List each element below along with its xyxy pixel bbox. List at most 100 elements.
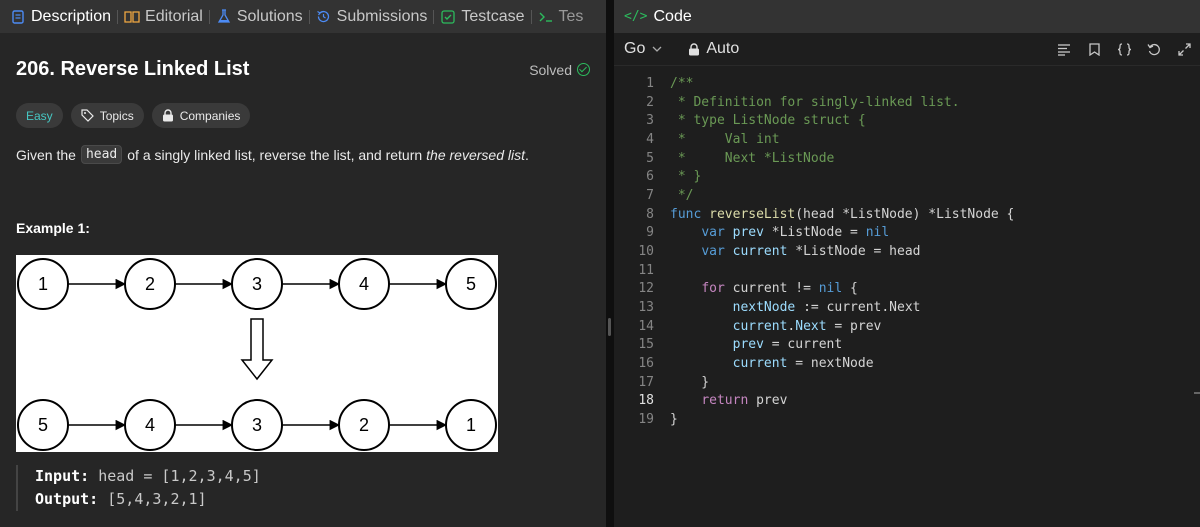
lock-icon: [162, 109, 174, 122]
auto-mode-label: Auto: [706, 40, 740, 57]
down-arrow-icon: [240, 318, 274, 381]
code-panel: </> Code Go Auto 1 /** 2 * Definition fo…: [614, 0, 1200, 527]
solved-status: Solved: [529, 62, 590, 78]
line-number: 9: [646, 225, 654, 241]
expand-icon[interactable]: [1176, 42, 1192, 58]
book-icon: [124, 9, 140, 25]
scrollbar-marker[interactable]: [1194, 392, 1200, 394]
code-text: return prev: [701, 393, 788, 409]
code-line: 9 var prev *ListNode = nil: [614, 224, 1200, 243]
code-line: 16 current = nextNode: [614, 355, 1200, 374]
tab-divider: [530, 9, 532, 24]
terminal-icon: [538, 9, 554, 25]
lock-icon: [688, 42, 700, 56]
code-line: 3 * type ListNode struct {: [614, 112, 1200, 131]
code-line: 19}: [614, 411, 1200, 430]
code-text: * Val int: [670, 131, 780, 147]
input-label: Input:: [35, 467, 90, 485]
chevron-down-icon: [652, 44, 662, 55]
line-number: 19: [638, 411, 654, 427]
code-editor[interactable]: 1 /** 2 * Definition for singly-linked li…: [614, 75, 1200, 429]
reset-icon[interactable]: [1146, 42, 1162, 58]
tab-solutions-label: Solutions: [236, 7, 303, 25]
input-value: head = [1,2,3,4,5]: [98, 467, 261, 485]
code-line: 1 /**: [614, 75, 1200, 94]
line-number: 12: [638, 281, 654, 297]
tab-solutions[interactable]: Solutions: [216, 0, 303, 33]
line-number: 7: [646, 187, 654, 203]
flask-icon: [216, 9, 232, 25]
bottom-node-label: 2: [359, 415, 369, 435]
difficulty-badge: Easy: [16, 103, 63, 128]
title-row: 206. Reverse Linked List Solved: [16, 58, 590, 81]
resize-handle[interactable]: [608, 318, 611, 336]
tab-editorial[interactable]: Editorial: [124, 0, 203, 33]
tag-icon: [81, 109, 94, 122]
line-number: 3: [646, 113, 654, 129]
code-text: * type ListNode struct {: [670, 113, 866, 129]
code-panel-header: </> Code: [614, 0, 1200, 33]
bookmark-icon[interactable]: [1086, 42, 1102, 58]
code-line: 17 }: [614, 374, 1200, 393]
line-number: 18: [638, 393, 654, 409]
auto-mode[interactable]: Auto: [688, 40, 739, 58]
code-text: * }: [670, 169, 702, 185]
code-line: 13 nextNode := current.Next: [614, 299, 1200, 318]
language-select[interactable]: Go: [624, 40, 662, 58]
tab-divider: [308, 9, 310, 24]
tab-divider: [208, 9, 210, 24]
problem-title[interactable]: 206. Reverse Linked List: [16, 58, 249, 81]
top-node-label: 4: [359, 274, 369, 294]
example-title: Example 1:: [16, 220, 90, 236]
desc-text-end: .: [525, 146, 529, 163]
left-tabbar: Description Editorial Solutions Submissi…: [0, 0, 606, 33]
example-io: Input: head = [1,2,3,4,5] Output: [5,4,3…: [16, 465, 261, 511]
format-icon[interactable]: [1056, 42, 1072, 58]
line-number: 10: [638, 243, 654, 259]
desc-text-start: Given the: [16, 146, 76, 163]
code-line: 7 */: [614, 187, 1200, 206]
tab-divider: [117, 9, 119, 24]
code-text: * Definition for singly-linked list.: [670, 94, 960, 110]
code-line: 15 prev = current: [614, 336, 1200, 355]
desc-text-middle: of a singly linked list, reverse the lis…: [127, 146, 423, 163]
example-diagram: 1 2 3 4 5 5 4 3 2 1: [16, 255, 498, 452]
code-line: 11: [614, 262, 1200, 281]
top-node-label: 5: [466, 274, 476, 294]
code-line: 8 func reverseList(head *ListNode) *ListN…: [614, 206, 1200, 225]
line-number: 6: [646, 169, 654, 185]
code-line: 14 current.Next = prev: [614, 318, 1200, 337]
tab-test-result-label: Tes: [558, 7, 584, 25]
line-number: 5: [646, 150, 654, 166]
checkbox-icon: [440, 9, 456, 25]
solved-label: Solved: [529, 61, 572, 78]
code-line: 10 var current *ListNode = head: [614, 243, 1200, 262]
top-node-label: 1: [38, 274, 48, 294]
tab-editorial-label: Editorial: [145, 7, 203, 25]
line-number: 13: [638, 299, 654, 315]
tab-description[interactable]: Description: [10, 0, 111, 33]
code-line: 5 * Next *ListNode: [614, 150, 1200, 169]
tab-description-label: Description: [31, 7, 112, 25]
code-text: func reverseList(head *ListNode) *ListNo…: [670, 206, 1015, 222]
tab-testcase[interactable]: Testcase: [440, 0, 525, 33]
bottom-node-label: 4: [145, 415, 155, 435]
description-icon: [10, 9, 26, 25]
original-list: 1 2 3 4 5: [17, 258, 497, 310]
line-number: 2: [646, 94, 654, 110]
code-text: var prev *ListNode = nil: [701, 225, 890, 241]
companies-button[interactable]: Companies: [151, 103, 251, 128]
code-text: prev = current: [732, 337, 843, 353]
code-text: * Next *ListNode: [670, 150, 835, 166]
topics-button[interactable]: Topics: [70, 103, 144, 128]
code-line-current: 18 return prev: [614, 392, 1200, 411]
tab-submissions[interactable]: Submissions: [316, 0, 427, 33]
code-line: 6 * }: [614, 168, 1200, 187]
panel-divider[interactable]: [606, 0, 614, 527]
top-node-label: 3: [252, 274, 262, 294]
braces-icon[interactable]: [1116, 42, 1132, 58]
code-icon: </>: [624, 9, 648, 24]
tab-test-result[interactable]: Tes: [538, 0, 584, 33]
linked-list-diagram: 1 2 3 4 5 5 4 3 2 1: [17, 258, 497, 451]
problem-description: Given the head of a singly linked list, …: [16, 145, 529, 164]
